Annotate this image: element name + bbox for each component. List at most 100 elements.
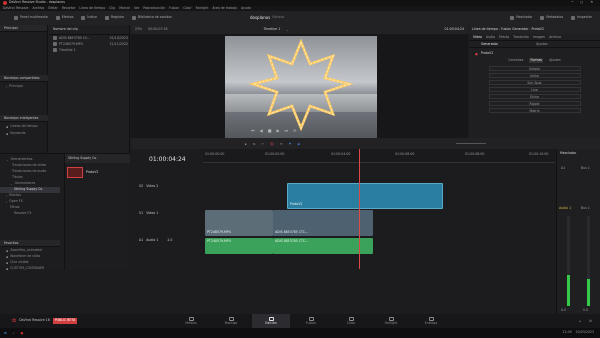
audio-clip[interactable]: ADIS 8853785 CTC... xyxy=(273,238,373,254)
star-icon: ▪ xyxy=(6,249,9,253)
generator-clip[interactable]: ProtoV2 xyxy=(287,183,443,209)
loop-icon[interactable]: ⟳ xyxy=(293,128,296,133)
mixer-track-name: Audio 1 xyxy=(559,206,572,210)
clip-row[interactable]: Timeline 1 xyxy=(49,47,130,53)
sound-library-button[interactable]: Biblioteca de sonidos xyxy=(132,16,172,20)
tab-controls[interactable]: Controles xyxy=(508,58,523,62)
param-button[interactable]: Ripple xyxy=(488,101,581,107)
favorites-header: Favoritos xyxy=(0,240,60,247)
mixer-button[interactable]: Mezclador xyxy=(510,16,532,20)
toggle-icon[interactable]: ● xyxy=(475,52,478,56)
tab-generator[interactable]: Generador xyxy=(481,42,498,46)
resolve-taskbar-icon[interactable]: ● xyxy=(20,331,23,335)
menu-item[interactable]: Ver xyxy=(134,6,139,10)
param-button[interactable]: Shine xyxy=(488,94,581,100)
select-tool-icon[interactable]: ▸ xyxy=(245,142,247,146)
play-reverse-icon[interactable]: ◀ xyxy=(260,128,263,133)
play-icon[interactable]: ▶ xyxy=(276,128,279,133)
zoom-slider[interactable] xyxy=(455,143,486,144)
menu-item[interactable]: Editar xyxy=(48,6,57,10)
page-edit[interactable]: Edición xyxy=(252,314,290,328)
viewer-image[interactable] xyxy=(225,36,377,138)
index-button[interactable]: Índice xyxy=(81,16,97,20)
audio-clip[interactable]: PT248579.MP4 xyxy=(205,238,273,254)
window-controls[interactable]: ─ ▢ ✕ xyxy=(571,1,596,4)
param-button[interactable]: Sun Spot xyxy=(488,80,581,86)
menu-item[interactable]: DaVinci Resolve xyxy=(3,6,28,10)
menu-item[interactable]: Fairlight xyxy=(196,6,209,10)
log-button[interactable]: Registro xyxy=(105,16,124,20)
menu-item[interactable]: Clip xyxy=(109,6,115,10)
inspector-button[interactable]: Inspector xyxy=(571,16,592,20)
effects-button[interactable]: Efectos xyxy=(55,16,73,20)
menu-item[interactable]: Ayuda xyxy=(241,6,251,10)
stop-icon[interactable]: ■ xyxy=(268,128,272,133)
index-icon xyxy=(81,16,86,20)
menu-item[interactable]: Reproducción xyxy=(143,6,165,10)
page-media[interactable]: Medios xyxy=(172,314,210,328)
mixer-channel-label: A1 xyxy=(561,166,566,170)
tab-node-settings[interactable]: Ajustes xyxy=(549,58,561,62)
param-button[interactable]: Line xyxy=(488,87,581,93)
tab-shapes[interactable]: Formas xyxy=(529,57,544,63)
video-clip-icon xyxy=(53,42,57,47)
page-cut[interactable]: Montaje xyxy=(212,314,250,328)
tab-settings[interactable]: Ajustes xyxy=(536,42,548,46)
page-fusion[interactable]: Fusion xyxy=(292,314,330,328)
video-clip[interactable]: PT248579.MP4 xyxy=(205,210,273,236)
param-button[interactable]: Matrix xyxy=(488,108,581,114)
tab-image[interactable]: Imagen xyxy=(533,35,545,39)
param-button[interactable]: Simple xyxy=(488,66,581,72)
link-icon[interactable]: ⛓ xyxy=(270,142,274,146)
menu-item[interactable]: Línea de tiempo xyxy=(79,6,105,10)
timeline-selector[interactable]: Timeline 1 xyxy=(264,27,281,31)
track-header-a1[interactable]: A1 Audio 1 2.0 xyxy=(139,238,199,242)
favorite-item[interactable]: ▪ CUSTOM_CONTAINER xyxy=(0,266,44,272)
folder-icon: ▪ xyxy=(6,132,9,136)
timeline-ruler[interactable]: 01:00:00:00 01:00:02:00 01:00:04:00 01:0… xyxy=(203,149,555,163)
star-icon: ▪ xyxy=(6,255,9,259)
metadata-button[interactable]: Metadatos xyxy=(540,16,563,20)
effects-item[interactable]: Resolve FX xyxy=(0,211,60,217)
smart-bin-item[interactable]: ▪ Líneas de tiempo xyxy=(0,124,38,130)
windows-start-icon[interactable]: ⊞ xyxy=(4,331,7,335)
menu-item[interactable]: Archivo xyxy=(32,6,44,10)
track-header-v2[interactable]: V2 Vídeo 2 xyxy=(139,184,199,188)
marker-icon[interactable]: ◆ xyxy=(297,142,299,146)
menu-item[interactable]: Fusion xyxy=(169,6,179,10)
blade-tool-icon[interactable]: ✂ xyxy=(261,142,264,146)
zoom-level[interactable]: 23% xyxy=(135,27,142,31)
menu-item[interactable]: Área de trabajo xyxy=(212,6,237,10)
bin-main-header[interactable]: Principal xyxy=(0,25,47,32)
smart-bin-item[interactable]: ▪ Keywords xyxy=(0,131,25,137)
flag-icon[interactable]: ⚑ xyxy=(289,142,292,146)
trim-tool-icon[interactable]: ⇆ xyxy=(253,142,256,146)
tab-video[interactable]: Vídeo xyxy=(473,35,482,39)
tab-effect[interactable]: Efecto xyxy=(499,35,509,39)
tab-file[interactable]: Archivo xyxy=(549,35,561,39)
skip-end-icon[interactable]: ⏭ xyxy=(285,128,289,133)
home-icon[interactable]: ⌂ xyxy=(579,319,581,323)
page-fairlight[interactable]: Fairlight xyxy=(372,314,410,328)
page-deliver[interactable]: Entrega xyxy=(412,314,450,328)
shared-bin-item[interactable]: › Principal xyxy=(0,84,23,90)
tab-audio[interactable]: Audio xyxy=(486,35,495,39)
playhead[interactable] xyxy=(359,149,360,269)
tab-transition[interactable]: Transición xyxy=(513,35,529,39)
menu-item[interactable]: Recortar xyxy=(62,6,76,10)
mixer-title: Mezclador xyxy=(560,151,577,155)
gear-icon[interactable]: ⚙ xyxy=(589,319,592,323)
video-clip[interactable]: ADIS 8853785 CTC... xyxy=(273,210,373,236)
menu-item[interactable]: Color xyxy=(183,6,191,10)
search-icon[interactable]: ⌕ xyxy=(13,331,15,335)
menu-item[interactable]: Marcar xyxy=(119,6,130,10)
log-icon xyxy=(105,16,109,20)
skip-start-icon[interactable]: ⏮ xyxy=(251,128,255,133)
param-button[interactable]: Inline xyxy=(488,73,581,79)
track-header-v1[interactable]: V1 Vídeo 1 xyxy=(139,211,199,215)
snap-icon[interactable]: ⊓ xyxy=(280,142,283,146)
media-pool-button[interactable]: Panel multimedia xyxy=(14,16,48,20)
effects-tile[interactable]: ProtoV2 xyxy=(67,167,128,179)
chevron-down-icon[interactable]: ⌄ xyxy=(286,28,289,32)
page-color[interactable]: Color xyxy=(332,314,370,328)
